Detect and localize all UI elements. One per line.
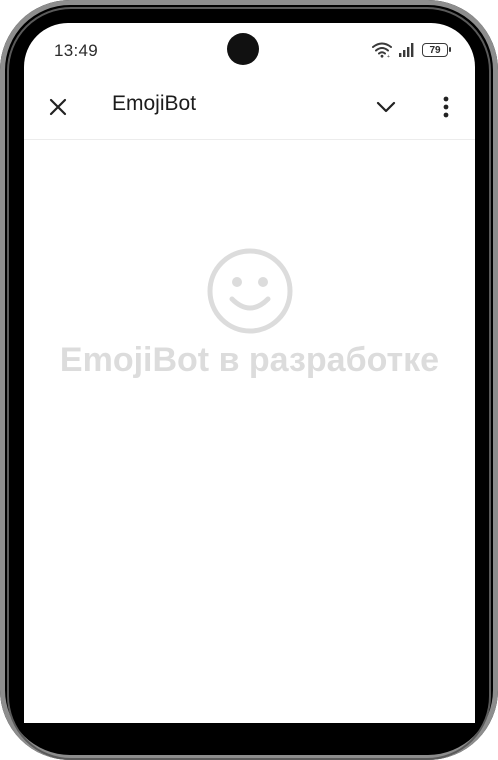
battery-icon: 79 [422, 43, 451, 57]
chevron-down-icon [376, 101, 396, 113]
empty-state: EmojiBot в разработке [24, 247, 475, 380]
close-button[interactable] [40, 89, 76, 125]
screen: 13:49 + 79 EmojiBot EmojiBot в разработк… [24, 23, 475, 723]
more-vert-icon [443, 96, 449, 118]
signal-icon [399, 43, 414, 57]
front-camera [227, 33, 259, 65]
status-icons: + 79 [372, 40, 451, 60]
battery-level: 79 [429, 44, 441, 56]
status-bar: 13:49 + 79 [24, 23, 475, 79]
close-icon [49, 98, 67, 116]
more-options-button[interactable] [432, 89, 460, 125]
wifi-icon: + [372, 42, 392, 58]
app-bar: EmojiBot [24, 79, 475, 140]
collapse-button[interactable] [368, 89, 404, 125]
svg-text:+: + [387, 54, 390, 58]
app-title: EmojiBot [112, 92, 197, 115]
placeholder-text: EmojiBot в разработке [59, 341, 440, 379]
smiley-icon [207, 248, 292, 334]
status-time: 13:49 [54, 41, 99, 60]
